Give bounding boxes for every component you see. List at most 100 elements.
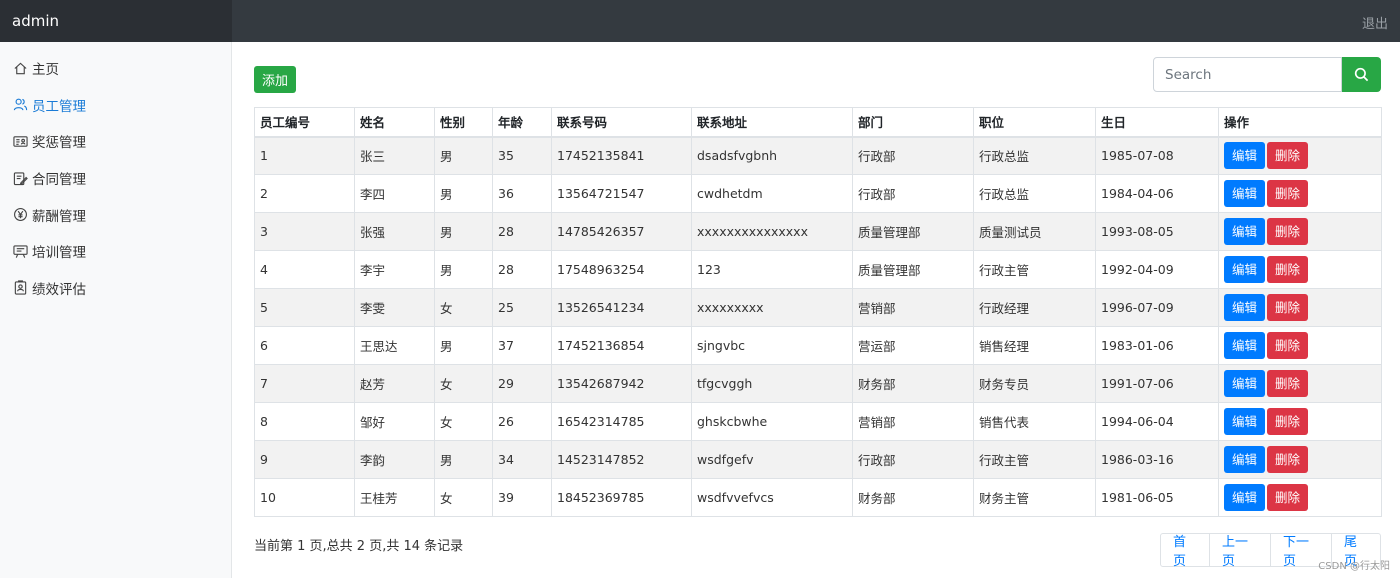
table-cell: 行政经理: [973, 288, 1096, 327]
table-cell: 1985-07-08: [1095, 136, 1219, 175]
header-cell: 生日: [1095, 107, 1219, 138]
table-row: 4 李宇男 28 17548963254 123 质量管理部 行政主管 1992-04-09 编…: [254, 250, 1382, 289]
table-cell: 14785426357: [551, 212, 692, 251]
table-cell: 35: [492, 136, 552, 175]
users-icon: [12, 97, 28, 113]
edit-button[interactable]: 编辑: [1224, 294, 1265, 321]
table-cell: wsdfgefv: [691, 440, 853, 479]
delete-button[interactable]: 删除: [1267, 332, 1308, 359]
table-cell: 女: [434, 288, 493, 327]
sidebar-item-salary[interactable]: 薪酬管理: [0, 196, 231, 233]
header-cell: 联系地址: [691, 107, 853, 138]
edit-button[interactable]: 编辑: [1224, 446, 1265, 473]
table-cell: 13526541234: [551, 288, 692, 327]
header-cell: 职位: [973, 107, 1096, 138]
table-cell: 39: [492, 478, 552, 517]
edit-button[interactable]: 编辑: [1224, 180, 1265, 207]
table-cell: 1994-06-04: [1095, 402, 1219, 441]
edit-button[interactable]: 编辑: [1224, 218, 1265, 245]
table-cell: 财务专员: [973, 364, 1096, 403]
actions-cell: 编辑 删除: [1218, 288, 1382, 327]
edit-button[interactable]: 编辑: [1224, 408, 1265, 435]
sidebar-item-performance[interactable]: 绩效评估: [0, 270, 231, 307]
yen-circle-icon: [12, 207, 28, 223]
table-cell: 财务主管: [973, 478, 1096, 517]
top-navbar: admin 退出: [0, 0, 1400, 42]
table-cell: 男: [434, 136, 493, 175]
search-icon: [1354, 67, 1369, 82]
sidebar-item-label: 奖惩管理: [32, 135, 86, 152]
table-cell: 1981-06-05: [1095, 478, 1219, 517]
header-cell: 性别: [434, 107, 493, 138]
search-button[interactable]: [1342, 57, 1381, 92]
table-cell: 男: [434, 326, 493, 365]
table-cell: 销售代表: [973, 402, 1096, 441]
delete-button[interactable]: 删除: [1267, 408, 1308, 435]
table-cell: 28: [492, 250, 552, 289]
table-cell: 男: [434, 212, 493, 251]
table-cell: 质量测试员: [973, 212, 1096, 251]
table-row: 7 赵芳女 29 13542687942 tfgcvggh 财务部 财务专员 1991-07-…: [254, 364, 1382, 403]
table-cell: 财务部: [852, 478, 974, 517]
sidebar-item-employees[interactable]: 员工管理: [0, 87, 231, 124]
actions-cell: 编辑 删除: [1218, 402, 1382, 441]
table-cell: 销售经理: [973, 326, 1096, 365]
sidebar-item-label: 培训管理: [32, 245, 86, 262]
brand-title[interactable]: admin: [12, 12, 59, 30]
prev-page-button[interactable]: 上一页: [1210, 534, 1271, 569]
table-cell: 行政总监: [973, 174, 1096, 213]
edit-button[interactable]: 编辑: [1224, 142, 1265, 170]
edit-button[interactable]: 编辑: [1224, 332, 1265, 359]
delete-button[interactable]: 删除: [1267, 294, 1308, 321]
table-cell: 13542687942: [551, 364, 692, 403]
table-row: 9 李韵男 34 14523147852 wsdfgefv 行政部 行政主管 1986-03-…: [254, 440, 1382, 479]
table-cell: wsdfvvefvcs: [691, 478, 853, 517]
delete-button[interactable]: 删除: [1267, 370, 1308, 397]
sidebar-item-rewards[interactable]: 奖惩管理: [0, 123, 231, 160]
delete-button[interactable]: 删除: [1267, 256, 1308, 283]
table-row: 6 王思达男 37 17452136854 sjngvbc 营运部 销售经理 1983-01-…: [254, 326, 1382, 365]
search-input[interactable]: [1153, 57, 1342, 92]
table-cell: 123: [691, 250, 853, 289]
logout-link[interactable]: 退出: [1362, 13, 1388, 32]
table-cell: 17452136854: [551, 326, 692, 365]
actions-cell: 编辑 删除: [1218, 136, 1382, 175]
table-cell: 男: [434, 250, 493, 289]
table-row: 5 李雯女 25 13526541234 xxxxxxxxx 营销部 行政经理 1996-07…: [254, 288, 1382, 327]
table-cell: 5: [254, 288, 355, 327]
table-cell: 16542314785: [551, 402, 692, 441]
table-cell: cwdhetdm: [691, 174, 853, 213]
sidebar-item-contracts[interactable]: 合同管理: [0, 160, 231, 197]
delete-button[interactable]: 删除: [1267, 484, 1308, 511]
table-cell: ghskcbwhe: [691, 402, 853, 441]
sidebar-item-training[interactable]: 培训管理: [0, 233, 231, 270]
table-cell: 28: [492, 212, 552, 251]
edit-button[interactable]: 编辑: [1224, 484, 1265, 511]
add-button[interactable]: 添加: [254, 66, 296, 93]
table-cell: 25: [492, 288, 552, 327]
actions-cell: 编辑 删除: [1218, 250, 1382, 289]
table-cell: 女: [434, 402, 493, 441]
table-cell: 37: [492, 326, 552, 365]
table-cell: 36: [492, 174, 552, 213]
edit-button[interactable]: 编辑: [1224, 370, 1265, 397]
delete-button[interactable]: 删除: [1267, 142, 1308, 170]
sidebar-item-label: 合同管理: [32, 172, 86, 189]
table-cell: 质量管理部: [852, 250, 974, 289]
sidebar-item-home[interactable]: 主页: [0, 50, 231, 87]
delete-button[interactable]: 删除: [1267, 446, 1308, 473]
delete-button[interactable]: 删除: [1267, 180, 1308, 207]
header-cell: 操作: [1218, 107, 1382, 138]
sidebar: 主页 员工管理 奖惩管理 合同管理 薪酬管理 培训管理 绩效评估: [0, 42, 232, 578]
table-cell: 营销部: [852, 288, 974, 327]
table-cell: 李四: [354, 174, 435, 213]
sidebar-item-label: 员工管理: [32, 98, 86, 115]
table-cell: 4: [254, 250, 355, 289]
edit-button[interactable]: 编辑: [1224, 256, 1265, 283]
first-page-button[interactable]: 首页: [1161, 534, 1210, 569]
delete-button[interactable]: 删除: [1267, 218, 1308, 245]
edit-document-icon: [12, 170, 28, 186]
table-cell: tfgcvggh: [691, 364, 853, 403]
table-cell: dsadsfvgbnh: [691, 136, 853, 175]
sidebar-item-label: 主页: [32, 62, 59, 79]
